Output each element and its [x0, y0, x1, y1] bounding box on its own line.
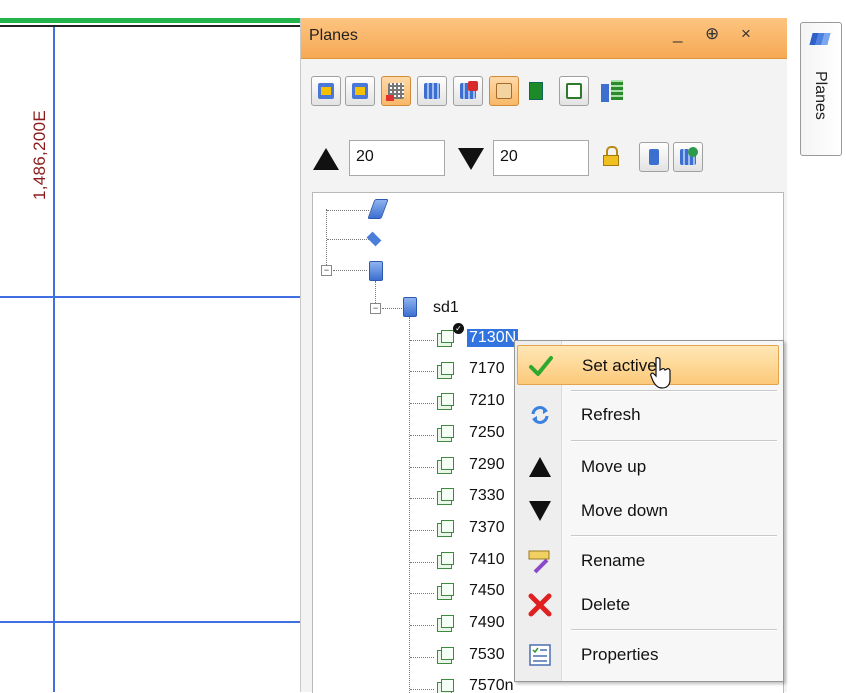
collapse-icon[interactable]: − — [321, 265, 332, 276]
tree-item[interactable]: 7170 — [469, 360, 505, 378]
highlight-plane-button[interactable] — [489, 76, 519, 106]
tree-item[interactable]: 7570n — [469, 677, 514, 693]
plane-link-icon — [649, 149, 659, 165]
grid-line-horizontal — [0, 621, 300, 623]
plane-item-icon — [437, 647, 454, 664]
tree-item[interactable]: 7370 — [469, 519, 505, 537]
plane-item-icon — [437, 488, 454, 505]
plane-item-icon — [437, 425, 454, 442]
hand-cursor-icon — [650, 357, 671, 389]
plane-node-icon — [367, 199, 389, 219]
plane-edit-icon[interactable] — [601, 80, 625, 104]
planes-stack-icon — [809, 31, 831, 47]
tree-item[interactable]: 7250 — [469, 424, 505, 442]
black-boundary-line — [0, 25, 300, 27]
triangle-down-icon — [458, 148, 484, 170]
plane-stack-icon — [424, 83, 440, 99]
plane-item-icon — [437, 457, 454, 474]
triangle-down-icon — [529, 501, 551, 521]
plane-link-button[interactable] — [639, 142, 669, 172]
plane-item-icon — [437, 330, 454, 347]
check-icon — [529, 356, 553, 376]
planes-side-tab[interactable]: Planes — [800, 22, 842, 156]
menu-item-refresh[interactable]: Refresh — [517, 395, 779, 435]
tree-item[interactable]: 7330 — [469, 487, 505, 505]
lock-icon[interactable] — [603, 146, 619, 166]
menu-item-properties[interactable]: Properties — [517, 635, 779, 675]
plane-item-icon — [437, 615, 454, 632]
previous-plane-button[interactable] — [311, 76, 341, 106]
menu-item-label: Properties — [581, 645, 659, 664]
plane-grid-button[interactable] — [559, 76, 589, 106]
plane-item-icon — [437, 520, 454, 537]
triangle-up-icon — [529, 457, 551, 477]
plane-item-icon — [437, 583, 454, 600]
green-square-icon[interactable] — [529, 82, 543, 100]
menu-item-label: Rename — [581, 551, 646, 570]
minimize-button[interactable]: _ — [673, 24, 682, 44]
active-check-icon: ✓ — [453, 323, 464, 334]
menu-separator — [571, 629, 777, 631]
plane-node-icon — [366, 231, 382, 247]
collapse-icon[interactable]: − — [370, 303, 381, 314]
refresh-icon — [531, 406, 549, 424]
delete-plane-button[interactable] — [453, 76, 483, 106]
tree-item[interactable]: 7530 — [469, 646, 505, 664]
rename-icon — [528, 550, 550, 574]
easting-coordinate-label: 1,486,200E — [30, 110, 49, 200]
menu-item-label: Move down — [581, 501, 668, 520]
plane-group-icon — [403, 297, 417, 317]
lower-limit-input[interactable]: 20 — [493, 140, 589, 176]
tree-item[interactable]: 7210 — [469, 392, 505, 410]
delete-icon — [528, 593, 552, 617]
close-button[interactable]: × — [741, 24, 751, 44]
plane-highlight-icon — [496, 83, 512, 99]
plane-item-icon — [437, 362, 454, 379]
plane-node-icon — [369, 261, 383, 281]
triangle-up-icon — [313, 148, 339, 170]
plane-item-icon — [437, 679, 454, 693]
pin-button[interactable]: ⊕ — [705, 24, 719, 44]
menu-item-label: Move up — [581, 457, 647, 476]
menu-item-rename[interactable]: Rename — [517, 541, 779, 581]
menu-separator — [571, 440, 777, 442]
tree-item[interactable]: 7490 — [469, 614, 505, 632]
menu-item-label: Delete — [581, 595, 631, 614]
green-boundary-line — [0, 18, 300, 23]
plane-item-icon — [437, 393, 454, 410]
menu-item-delete[interactable]: Delete — [517, 585, 779, 625]
tree-item[interactable]: 7410 — [469, 551, 505, 569]
menu-separator — [571, 535, 777, 537]
next-plane-button[interactable] — [345, 76, 375, 106]
menu-separator — [571, 390, 777, 392]
properties-icon — [529, 644, 551, 666]
tree-item-selected[interactable]: 7130N — [467, 329, 519, 347]
upper-limit-input[interactable]: 20 — [349, 140, 445, 176]
menu-item-move-down[interactable]: Move down — [517, 491, 779, 531]
plane-grid-icon — [566, 83, 582, 99]
panel-titlebar[interactable]: Planes _ ⊕ × — [301, 18, 787, 59]
tree-item[interactable]: 7290 — [469, 456, 505, 474]
plane-stack-button[interactable] — [417, 76, 447, 106]
side-tab-label: Planes — [812, 71, 829, 120]
map-canvas[interactable]: 1,486,200E — [0, 0, 300, 692]
menu-item-label: Refresh — [581, 405, 641, 424]
plane-item-icon — [437, 552, 454, 569]
grid-line-horizontal — [0, 296, 300, 298]
menu-item-set-active[interactable]: Set active — [517, 345, 779, 385]
menu-item-move-up[interactable]: Move up — [517, 447, 779, 487]
grid-line-vertical — [53, 27, 55, 692]
menu-item-label: Set active — [582, 356, 657, 375]
plane-refresh-button[interactable] — [673, 142, 703, 172]
tree-group-label[interactable]: sd1 — [433, 299, 459, 317]
tree-item[interactable]: 7450 — [469, 582, 505, 600]
panel-title: Planes — [309, 27, 358, 44]
context-menu: Set active Refresh Move up Move down Ren… — [514, 340, 784, 682]
grid-plane-button[interactable] — [381, 76, 411, 106]
